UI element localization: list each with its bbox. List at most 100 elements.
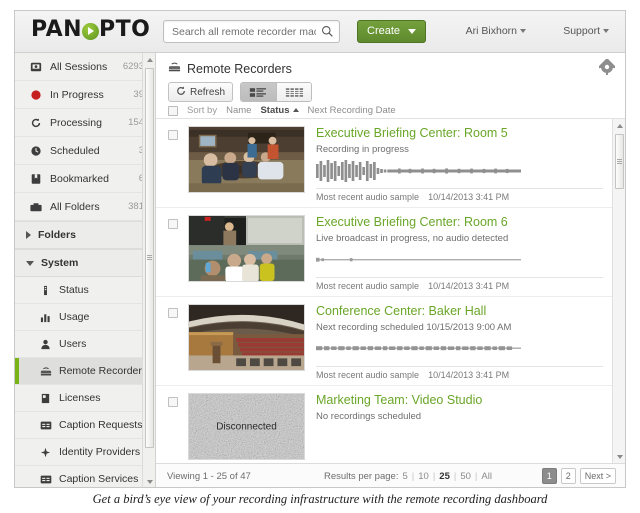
recorder-name[interactable]: Executive Briefing Center: Room 5: [316, 126, 603, 141]
recorder-thumbnail[interactable]: Disconnected: [188, 393, 305, 460]
sidebar-item-label: Identity Providers: [59, 446, 141, 458]
sidebar-item-label: Caption Requests: [59, 419, 143, 431]
search-icon[interactable]: [321, 25, 334, 38]
grid-view-icon[interactable]: [276, 83, 312, 101]
sort-by-label: Sort by: [187, 105, 218, 116]
sidebar-item-label: Processing: [50, 116, 102, 129]
main-content: Remote Recorders Refresh Sort by Name St…: [156, 53, 625, 487]
row-checkbox[interactable]: [168, 130, 178, 140]
scroll-up-arrow-icon[interactable]: [143, 53, 155, 66]
user-menu[interactable]: Ari Bixhorn: [466, 25, 526, 37]
search-input[interactable]: [170, 21, 318, 42]
sidebar-item-bookmarked[interactable]: Bookmarked 6: [15, 165, 155, 193]
sidebar-item-processing[interactable]: Processing 154: [15, 109, 155, 137]
audio-sample-time: 10/14/2013 3:41 PM: [428, 192, 510, 202]
sidebar-item-all-folders[interactable]: All Folders 381: [15, 193, 155, 221]
content-scrollbar[interactable]: [612, 119, 625, 463]
recorder-info: Marketing Team: Video Studio No recordin…: [316, 393, 625, 460]
results-per-page-5[interactable]: 5: [402, 471, 407, 482]
table-row[interactable]: Disconnected Marketing Team: Video Studi…: [156, 386, 625, 463]
page-button-2[interactable]: 2: [560, 468, 576, 484]
results-per-page-10[interactable]: 10: [418, 471, 429, 482]
audio-sample-label: Most recent audio sample: [316, 281, 420, 291]
content-scroll-thumb[interactable]: [615, 134, 624, 189]
recorder-thumbnail[interactable]: [188, 215, 305, 282]
logo-text-left: PAN: [31, 17, 83, 42]
sidebar-section-system[interactable]: System: [15, 249, 155, 277]
recorder-icon: [39, 365, 52, 378]
sidebar-item-licenses[interactable]: Licenses: [15, 385, 155, 412]
recorder-name[interactable]: Executive Briefing Center: Room 6: [316, 215, 603, 230]
divider: |: [453, 470, 457, 482]
row-checkbox[interactable]: [168, 219, 178, 229]
sidebar-section-folders[interactable]: Folders: [15, 221, 155, 249]
sidebar-item-caption-requests[interactable]: Caption Requests: [15, 412, 155, 439]
clock-icon: [29, 144, 43, 158]
recorder-name[interactable]: Conference Center: Baker Hall: [316, 304, 603, 319]
audio-sample-row: Most recent audio sample 10/14/2013 3:41…: [316, 188, 603, 202]
sort-ascending-icon: [292, 108, 299, 113]
row-checkbox[interactable]: [168, 308, 178, 318]
recorder-thumbnail[interactable]: [188, 304, 305, 371]
status-icon: [39, 284, 52, 297]
top-header-bar: PAN PTO Create Ari Bixhorn Support: [15, 11, 625, 53]
create-button[interactable]: Create: [357, 20, 427, 43]
scroll-up-arrow-icon[interactable]: [613, 119, 625, 132]
results-per-page-50[interactable]: 50: [460, 471, 471, 482]
gear-icon[interactable]: [597, 57, 617, 75]
results-per-page-all[interactable]: All: [481, 471, 492, 482]
sidebar-item-caption-services[interactable]: Caption Services: [15, 466, 155, 487]
support-menu[interactable]: Support: [563, 25, 609, 37]
sidebar-item-label: Caption Services: [59, 473, 139, 485]
sidebar-item-in-progress[interactable]: In Progress 39: [15, 81, 155, 109]
chevron-down-icon: [26, 260, 34, 266]
sidebar-item-remote-recorders[interactable]: Remote Recorders: [15, 358, 155, 385]
sidebar-item-label: Users: [59, 338, 87, 350]
results-per-page: Results per page: 5 | 10 | 25 | 50 | All: [324, 471, 492, 482]
list-view-icon[interactable]: [241, 83, 277, 101]
refresh-button[interactable]: Refresh: [168, 82, 234, 102]
recorder-info: Executive Briefing Center: Room 6 Live b…: [316, 215, 625, 291]
table-row[interactable]: Executive Briefing Center: Room 6 Live b…: [156, 208, 625, 297]
sidebar: All Sessions 6293 In Progress 39 Process…: [15, 53, 156, 487]
logo-text-right: PTO: [99, 17, 151, 42]
table-row[interactable]: Conference Center: Baker Hall Next recor…: [156, 297, 625, 386]
sidebar-item-identity-providers[interactable]: Identity Providers: [15, 439, 155, 466]
sidebar-item-scheduled[interactable]: Scheduled 3: [15, 137, 155, 165]
disconnected-label: Disconnected: [216, 421, 277, 432]
recorder-name[interactable]: Marketing Team: Video Studio: [316, 393, 603, 408]
table-row[interactable]: Executive Briefing Center: Room 5 Record…: [156, 119, 625, 208]
sidebar-section-label: System: [41, 257, 79, 269]
folder-icon: [29, 200, 43, 214]
sidebar-scrollbar[interactable]: [142, 53, 155, 487]
user-menu-label: Ari Bixhorn: [465, 25, 517, 37]
sidebar-item-all-sessions[interactable]: All Sessions 6293: [15, 53, 155, 81]
view-toggle-group: [240, 82, 313, 102]
sort-option-status[interactable]: Status: [260, 105, 299, 116]
panopto-logo[interactable]: PAN PTO: [31, 19, 150, 41]
select-all-checkbox[interactable]: [168, 105, 178, 116]
sidebar-item-status[interactable]: Status: [15, 277, 155, 304]
sidebar-item-usage[interactable]: Usage: [15, 304, 155, 331]
scroll-down-arrow-icon[interactable]: [613, 450, 625, 463]
sidebar-item-label: All Sessions: [50, 60, 108, 73]
identity-icon: [39, 446, 52, 459]
sidebar-scroll-thumb[interactable]: [145, 68, 154, 448]
sidebar-item-users[interactable]: Users: [15, 331, 155, 358]
results-per-page-25[interactable]: 25: [439, 471, 450, 482]
page-button-1[interactable]: 1: [541, 468, 557, 484]
sort-option-name[interactable]: Name: [226, 105, 251, 116]
row-checkbox[interactable]: [168, 397, 178, 407]
processing-icon: [29, 116, 43, 130]
recorder-icon: [168, 61, 181, 76]
search-box[interactable]: [163, 20, 340, 43]
cc-icon: [39, 473, 52, 486]
recorder-status: No recordings scheduled: [316, 411, 422, 422]
sidebar-item-label: Bookmarked: [50, 172, 109, 185]
record-dot-icon: [29, 88, 43, 102]
recorder-thumbnail[interactable]: [188, 126, 305, 193]
scroll-down-arrow-icon[interactable]: [143, 475, 155, 487]
sort-bar: Sort by Name Status Next Recording Date: [168, 105, 396, 116]
sort-option-next-recording-date[interactable]: Next Recording Date: [308, 105, 396, 116]
next-page-button[interactable]: Next >: [579, 468, 616, 484]
